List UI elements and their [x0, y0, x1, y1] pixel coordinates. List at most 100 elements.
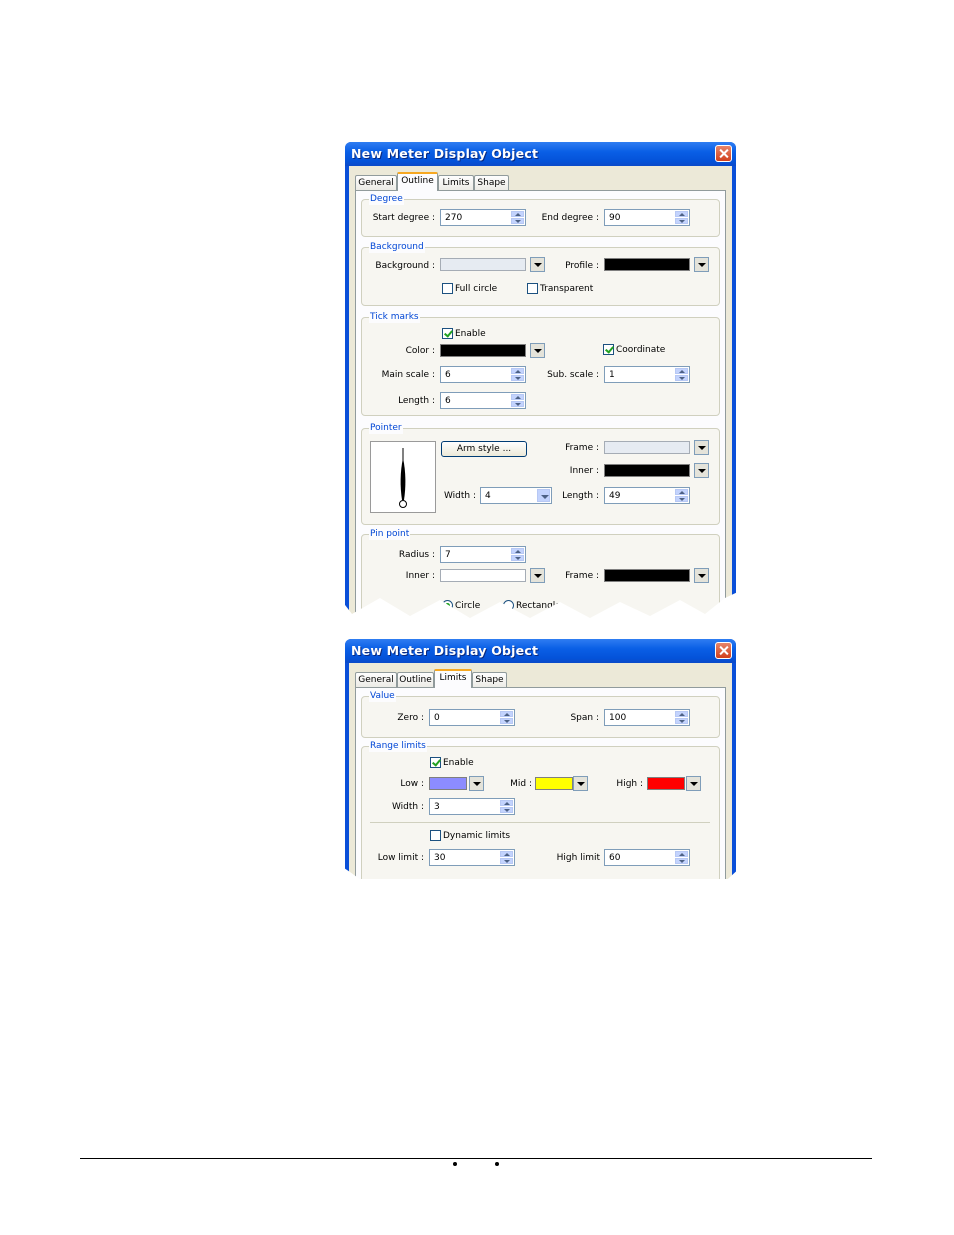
spin-down-icon[interactable] [511, 218, 524, 224]
main-scale-value: 6 [445, 370, 451, 380]
document-page: { "dialog1": { "title": "New Meter Displ… [0, 0, 954, 1235]
low-color-dropdown-icon[interactable] [469, 776, 484, 791]
tab-limits[interactable]: Limits [438, 175, 474, 190]
spin-up-icon[interactable] [511, 211, 524, 217]
pin-radius-spinner[interactable]: 7 [440, 546, 526, 563]
pointer-width-select[interactable]: 4 [480, 487, 552, 504]
spin-down-icon[interactable] [675, 218, 688, 224]
tab-shape[interactable]: Shape [472, 672, 507, 687]
spin-down-icon[interactable] [500, 718, 513, 724]
start-degree-spinner[interactable]: 270 [440, 209, 526, 226]
spin-up-icon[interactable] [675, 711, 688, 717]
background-label: Background : [375, 261, 435, 271]
tab-limits[interactable]: Limits [434, 669, 472, 688]
separator [370, 822, 710, 823]
start-degree-label: Start degree : [372, 213, 435, 223]
spin-up-icon[interactable] [511, 394, 524, 400]
pointer-frame-swatch[interactable] [604, 441, 690, 454]
span-spinner[interactable]: 100 [604, 709, 690, 726]
group-title: Value [369, 690, 396, 702]
spin-down-icon[interactable] [500, 807, 513, 813]
tab-general[interactable]: General [355, 672, 397, 687]
tick-length-label: Length : [398, 396, 435, 406]
close-icon[interactable] [715, 642, 732, 659]
end-degree-spinner[interactable]: 90 [604, 209, 690, 226]
mid-color-dropdown-icon[interactable] [573, 776, 588, 791]
pointer-frame-dropdown-icon[interactable] [694, 440, 709, 455]
footer-bullet [453, 1162, 457, 1166]
full-circle-checkbox[interactable] [442, 283, 453, 294]
dynamic-limits-checkbox[interactable] [430, 830, 441, 841]
spin-down-icon[interactable] [675, 718, 688, 724]
tick-color-dropdown-icon[interactable] [530, 343, 545, 358]
spin-up-icon[interactable] [500, 800, 513, 806]
pin-frame-swatch[interactable] [604, 569, 690, 582]
tick-enable-label: Enable [455, 329, 486, 339]
pin-inner-dropdown-icon[interactable] [530, 568, 545, 583]
spin-up-icon[interactable] [675, 851, 688, 857]
group-title: Background [369, 241, 425, 253]
low-color-swatch[interactable] [429, 777, 467, 790]
zero-spinner[interactable]: 0 [429, 709, 515, 726]
pointer-inner-swatch[interactable] [604, 464, 690, 477]
mid-color-swatch[interactable] [535, 777, 573, 790]
transparent-checkbox[interactable] [527, 283, 538, 294]
pointer-length-spinner[interactable]: 49 [604, 487, 690, 504]
pointer-inner-dropdown-icon[interactable] [694, 463, 709, 478]
high-color-label: High : [616, 779, 643, 789]
degree-group: Degree Start degree : 270 End degree : 9… [361, 193, 720, 237]
background-group: Background Background : Profile : Full c… [361, 241, 720, 306]
range-enable-checkbox[interactable] [430, 757, 441, 768]
tab-outline[interactable]: Outline [397, 172, 438, 191]
title-bar[interactable]: New Meter Display Object [345, 639, 736, 663]
profile-dropdown-icon[interactable] [694, 257, 709, 272]
mid-color-label: Mid : [510, 779, 532, 789]
spin-down-icon[interactable] [511, 555, 524, 561]
spin-up-icon[interactable] [500, 711, 513, 717]
tick-length-spinner[interactable]: 6 [440, 392, 526, 409]
sub-scale-label: Sub. scale : [547, 370, 599, 380]
transparent-label: Transparent [540, 284, 594, 294]
pointer-width-dropdown-icon[interactable] [537, 489, 550, 502]
high-color-dropdown-icon[interactable] [686, 776, 701, 791]
background-color-swatch[interactable] [440, 258, 526, 271]
tick-color-label: Color : [405, 346, 435, 356]
range-width-spinner[interactable]: 3 [429, 798, 515, 815]
dialog-client-area: General Outline Limits Shape Value Zero … [349, 663, 732, 879]
span-label: Span : [570, 713, 599, 723]
spin-up-icon[interactable] [511, 548, 524, 554]
pin-frame-label: Frame : [565, 571, 599, 581]
tab-shape[interactable]: Shape [474, 175, 509, 190]
tab-outline[interactable]: Outline [397, 672, 434, 687]
pin-inner-label: Inner : [405, 571, 435, 581]
main-scale-spinner[interactable]: 6 [440, 366, 526, 383]
pointer-preview [370, 441, 436, 513]
spin-up-icon[interactable] [511, 368, 524, 374]
high-color-swatch[interactable] [647, 777, 685, 790]
spin-down-icon[interactable] [675, 375, 688, 381]
spin-down-icon[interactable] [511, 375, 524, 381]
dialog-title: New Meter Display Object [351, 146, 539, 161]
tab-general[interactable]: General [355, 175, 397, 190]
tick-enable-checkbox[interactable] [442, 328, 453, 339]
spin-down-icon[interactable] [511, 401, 524, 407]
spin-up-icon[interactable] [675, 368, 688, 374]
spin-up-icon[interactable] [675, 489, 688, 495]
arm-style-button[interactable]: Arm style ... [441, 441, 527, 457]
spin-down-icon[interactable] [675, 496, 688, 502]
tick-color-swatch[interactable] [440, 344, 526, 357]
pointer-frame-label: Frame : [565, 443, 599, 453]
title-bar[interactable]: New Meter Display Object [345, 142, 736, 166]
sub-scale-spinner[interactable]: 1 [604, 366, 690, 383]
pin-frame-dropdown-icon[interactable] [694, 568, 709, 583]
end-degree-value: 90 [609, 213, 621, 223]
profile-color-swatch[interactable] [604, 258, 690, 271]
background-dropdown-icon[interactable] [530, 257, 545, 272]
pin-inner-swatch[interactable] [440, 569, 526, 582]
spin-up-icon[interactable] [675, 211, 688, 217]
spin-up-icon[interactable] [500, 851, 513, 857]
coordinate-checkbox[interactable] [603, 344, 614, 355]
pointer-inner-label: Inner : [569, 466, 599, 476]
close-icon[interactable] [715, 145, 732, 162]
zero-label: Zero : [397, 713, 424, 723]
